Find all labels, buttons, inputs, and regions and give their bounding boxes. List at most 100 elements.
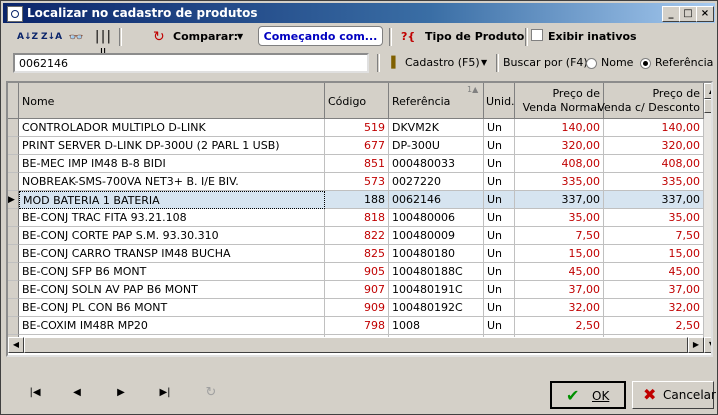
hscroll-thumb[interactable] (24, 337, 688, 353)
show-inactive-checkbox[interactable] (531, 29, 543, 41)
cell-unid: Un (484, 317, 515, 335)
table-row[interactable]: BE-COXIM IM48R MP20 798 1008 Un 2,50 2,50 (8, 317, 708, 335)
dialog-window: Localizar no cadastro de produtos _ □ × … (0, 0, 718, 415)
barcode-icon[interactable]: |||‖ (93, 28, 112, 62)
cell-preco: 7,50 (515, 227, 604, 245)
row-indicator: ▶ (8, 191, 19, 209)
compare-icon: ↻ (153, 29, 165, 45)
table-row[interactable]: BE-CONJ CORTE PAP S.M. 93.30.310 822 10048… (8, 227, 708, 245)
cell-codigo: 677 (325, 137, 389, 155)
cell-desc: 32,00 (604, 299, 704, 317)
cell-nome: PRINT SERVER D-LINK DP-300U (2 PARL 1 US… (19, 137, 325, 155)
cancel-button[interactable]: ✖ Cancelar (632, 381, 716, 409)
column-header-preco[interactable]: Preço de Venda Normal (515, 83, 604, 119)
table-row[interactable]: BE-CONJ CARRO TRANSP IM48 BUCHA 825 100480… (8, 245, 708, 263)
cell-desc: 45,00 (604, 263, 704, 281)
compare-dropdown-icon[interactable]: ▼ (237, 27, 243, 47)
sort-descending-icon[interactable]: Z↓A (41, 28, 62, 46)
cell-nome: MOD BATERIA 1 BATERIA (19, 191, 325, 209)
maximize-button[interactable]: □ (679, 6, 697, 22)
cell-ref: DKVM2K (389, 119, 484, 137)
binoculars-icon[interactable]: 👓 (67, 28, 85, 46)
compare-mode-button[interactable]: Começando com... (258, 26, 383, 46)
column-header-codigo[interactable]: Código (325, 83, 389, 119)
cell-preco: 15,00 (515, 245, 604, 263)
row-indicator (8, 119, 19, 137)
minimize-button[interactable]: _ (662, 6, 680, 22)
column-header-nome[interactable]: Nome (19, 83, 325, 119)
horizontal-scrollbar[interactable]: ◀ ▶ (8, 337, 704, 353)
table-row[interactable]: BE-CONJ SOLN AV PAP B6 MONT 907 100480191C… (8, 281, 708, 299)
compare-label[interactable]: Comparar: (173, 27, 238, 47)
cadastro-icon: ▐ (387, 56, 396, 69)
row-indicator (8, 173, 19, 191)
last-record-icon[interactable]: ▶| (153, 385, 177, 401)
cell-preco: 140,00 (515, 119, 604, 137)
table-row[interactable]: NOBREAK-SMS-700VA NET3+ B. I/E BIV. 573 00… (8, 173, 708, 191)
cell-codigo: 798 (325, 317, 389, 335)
cell-nome: BE-CONJ TRAC FITA 93.21.108 (19, 209, 325, 227)
cadastro-button[interactable]: Cadastro (F5) (405, 53, 480, 73)
product-type-icon: ?{ (401, 30, 416, 43)
cell-preco: 32,00 (515, 299, 604, 317)
cell-desc: 7,50 (604, 227, 704, 245)
search-input[interactable]: 0062146 (13, 53, 369, 73)
table-row[interactable]: PRINT SERVER D-LINK DP-300U (2 PARL 1 US… (8, 137, 708, 155)
show-inactive-label: Exibir inativos (548, 30, 637, 43)
cell-ref: DP-300U (389, 137, 484, 155)
cell-preco: 335,00 (515, 173, 604, 191)
cell-nome: BE-CONJ CORTE PAP S.M. 93.30.310 (19, 227, 325, 245)
cell-codigo: 825 (325, 245, 389, 263)
scroll-up-icon[interactable]: ▲ (704, 83, 711, 99)
table-row[interactable]: ▶ MOD BATERIA 1 BATERIA 188 0062146 Un 337,00… (8, 191, 708, 209)
product-type-button[interactable]: Tipo de Produto (425, 27, 524, 47)
cell-unid: Un (484, 173, 515, 191)
cell-desc: 337,00 (604, 191, 704, 209)
cell-preco: 45,00 (515, 263, 604, 281)
close-button[interactable]: × (696, 6, 714, 22)
scroll-right-icon[interactable]: ▶ (688, 337, 704, 353)
sort-ascending-icon[interactable]: A↓Z (17, 28, 38, 46)
ok-button[interactable]: ✔ OK (550, 381, 626, 409)
vertical-scrollbar[interactable]: ▲ ▼ (704, 83, 711, 353)
radio-name[interactable] (586, 58, 597, 69)
radio-reference[interactable] (640, 58, 651, 69)
app-icon (7, 6, 23, 22)
cell-ref: 000480033 (389, 155, 484, 173)
cadastro-dropdown-icon[interactable]: ▼ (481, 53, 487, 73)
cell-desc: 408,00 (604, 155, 704, 173)
cell-nome: BE-MEC IMP IM48 B-8 BIDI (19, 155, 325, 173)
table-row[interactable]: CONTROLADOR MULTIPLO D-LINK 519 DKVM2K Un 14… (8, 119, 708, 137)
scroll-left-icon[interactable]: ◀ (8, 337, 24, 353)
cell-preco: 37,00 (515, 281, 604, 299)
cell-desc: 140,00 (604, 119, 704, 137)
search-by-label: Buscar por (F4): (503, 56, 592, 69)
row-indicator (8, 245, 19, 263)
row-indicator (8, 155, 19, 173)
table-row[interactable]: BE-CONJ SFP B6 MONT 905 100480188C Un 45,00 4… (8, 263, 708, 281)
cell-ref: 100480188C (389, 263, 484, 281)
table-row[interactable]: BE-CONJ PL CON B6 MONT 909 100480192C Un 32,… (8, 299, 708, 317)
refresh-icon[interactable]: ↻ (199, 385, 223, 401)
cell-ref: 1008 (389, 317, 484, 335)
cell-desc: 37,00 (604, 281, 704, 299)
cell-nome: BE-CONJ CARRO TRANSP IM48 BUCHA (19, 245, 325, 263)
cell-codigo: 909 (325, 299, 389, 317)
table-row[interactable]: BE-MEC IMP IM48 B-8 BIDI 851 000480033 Un 40… (8, 155, 708, 173)
cell-preco: 35,00 (515, 209, 604, 227)
cell-codigo: 851 (325, 155, 389, 173)
column-header-preco-desconto[interactable]: Preço de Venda c/ Desconto (597, 83, 704, 119)
scroll-down-icon[interactable]: ▼ (704, 337, 711, 353)
cell-desc: 2,50 (604, 317, 704, 335)
cell-desc: 320,00 (604, 137, 704, 155)
prior-record-icon[interactable]: ◀ (65, 385, 89, 401)
scroll-thumb[interactable] (704, 99, 711, 113)
table-row[interactable]: BE-CONJ TRAC FITA 93.21.108 818 100480006 U… (8, 209, 708, 227)
next-record-icon[interactable]: ▶ (109, 385, 133, 401)
cell-ref: 0027220 (389, 173, 484, 191)
sort-marker: 1▲ (467, 85, 479, 94)
first-record-icon[interactable]: |◀ (23, 385, 47, 401)
column-header-referencia[interactable]: Referência 1▲ (389, 83, 484, 119)
column-header-unid[interactable]: Unid. (484, 83, 515, 119)
products-grid: Nome Código Referência 1▲ Unid. Preço de V… (6, 81, 713, 357)
